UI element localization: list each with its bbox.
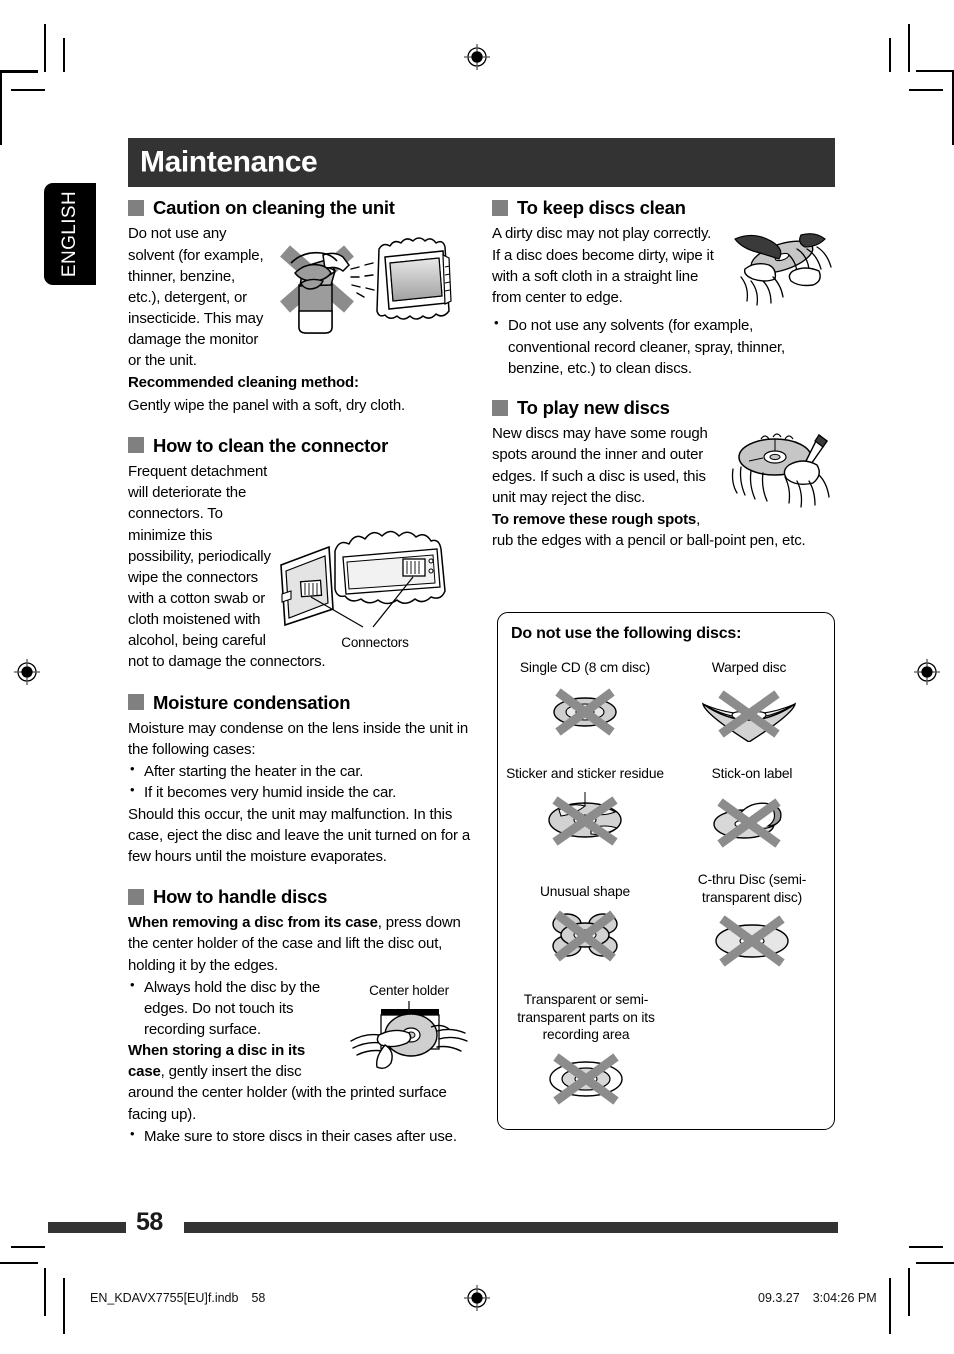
slug-file-name: EN_KDAVX7755[EU]f.indb (90, 1291, 239, 1305)
disc-item-caption: Unusual shape (539, 884, 631, 899)
keep-discs-clean-body: A dirty disc may not play correctly. If … (492, 223, 837, 315)
play-new-discs-body: New discs may have some rough spots arou… (492, 423, 837, 552)
do-not-use-discs-box: Do not use the following discs: Single C… (497, 612, 835, 1130)
disc-item-warped-disc: Warped disc (670, 659, 828, 742)
section-heading-play-new-discs: To play new discs (492, 396, 837, 418)
list-item: Always hold the disc by the edges. Do no… (128, 976, 473, 1040)
disc-item-stick-on-label: Stick-on label (674, 765, 830, 852)
section-bullet-square-icon (128, 437, 144, 454)
page-footer-rule: 58 (48, 1208, 838, 1236)
section-bullet-square-icon (128, 888, 144, 905)
slug-file-page: 58 (251, 1291, 266, 1305)
handle-discs-bullet-list-1: Always hold the disc by the edges. Do no… (128, 976, 473, 1040)
list-item: If it becomes very humid inside the car. (128, 781, 473, 803)
section-bullet-square-icon (128, 694, 144, 711)
section-heading-handle-discs: How to handle discs (128, 885, 473, 907)
disc-item-caption: Single CD (8 cm disc) (519, 660, 651, 675)
section-heading-caution-cleaning: Caution on cleaning the unit (128, 198, 473, 217)
detachable-faceplate-rear-connectors-illustration: Connectors (277, 499, 473, 650)
slug-file-info: EN_KDAVX7755[EU]f.indb 58 (90, 1291, 265, 1305)
removing-disc-paragraph: When removing a disc from its case, pres… (128, 912, 473, 975)
warped-disc-crossed-out-icon (670, 680, 828, 742)
keep-discs-clean-bullet-list: Do not use any solvents (for example, co… (492, 314, 837, 378)
manual-page: ENGLISH Maintenance Caution on cleaning … (0, 0, 954, 1354)
disc-with-stickers-crossed-out-icon (500, 786, 670, 852)
disc-item-caption: Sticker and sticker residue (506, 766, 664, 781)
page-title: Maintenance (140, 144, 318, 178)
section-heading-label: Caution on cleaning the unit (153, 197, 395, 218)
connectors-caption: Connectors (341, 635, 409, 651)
language-tab-label: ENGLISH (59, 190, 80, 278)
right-column: To keep discs clean A dirty disc may not… (492, 198, 837, 552)
semi-transparent-disc-crossed-out-icon (674, 909, 830, 971)
disc-item-c-thru-disc: C-thru Disc (semi-transparent disc) (674, 871, 830, 971)
section-heading-keep-discs-clean: To keep discs clean (492, 198, 837, 217)
disc-item-unusual-shape: Unusual shape (502, 883, 668, 966)
section-heading-clean-connector: How to clean the connector (128, 434, 473, 456)
clean-connector-body: Connectors Frequent detachment will dete… (128, 461, 473, 673)
section-bullet-square-icon (492, 399, 508, 416)
do-not-use-discs-title: Do not use the following discs: (511, 625, 742, 642)
disc-with-stick-on-label-crossed-out-icon (674, 786, 830, 852)
left-column: Caution on cleaning the unit Do not use … (128, 198, 473, 1147)
handle-discs-body: Center holder • Always hold the disc by … (128, 976, 473, 1126)
remove-rough-spots-bold-lead: To remove these rough spots (492, 510, 697, 528)
section-heading-label: To keep discs clean (517, 197, 686, 218)
disc-item-single-cd: Single CD (8 cm disc) (506, 659, 664, 742)
removing-disc-bold-lead: When removing a disc from its case (128, 914, 378, 932)
moisture-outro-paragraph: Should this occur, the unit may malfunct… (128, 805, 470, 865)
hand-wiping-disc-with-cloth-illustration (727, 225, 837, 313)
page-number: 58 (136, 1208, 163, 1236)
section-heading-label: Moisture condensation (153, 691, 351, 713)
disc-item-caption: Warped disc (711, 660, 787, 675)
caution-cleaning-body: Do not use any solvent (for example, thi… (128, 223, 473, 416)
recommended-method-label: Recommended cleaning method: (128, 374, 359, 392)
disc-item-sticker-residue: Sticker and sticker residue (500, 765, 670, 852)
section-bullet-square-icon (492, 199, 508, 216)
disc-item-caption: Stick-on label (711, 766, 793, 781)
handle-discs-bullet-list-2: Make sure to store discs in their cases … (128, 1125, 473, 1147)
section-heading-label: How to handle discs (153, 885, 328, 907)
disc-item-caption: Transparent or semi-transparent parts on… (517, 992, 655, 1043)
slug-timestamp: 09.3.27 3:04:26 PM (758, 1291, 877, 1305)
chapter-title-bar: Maintenance (128, 138, 835, 187)
slug-time: 3:04:26 PM (812, 1291, 877, 1305)
section-bullet-square-icon (128, 199, 144, 216)
list-item: After starting the heater in the car. (128, 760, 473, 782)
slug-date: 09.3.27 (758, 1291, 800, 1305)
list-item: Do not use any solvents (for example, co… (492, 314, 837, 378)
list-item: Make sure to store discs in their cases … (128, 1125, 473, 1147)
small-disc-crossed-out-icon (506, 680, 664, 742)
recommended-method-text: Gently wipe the panel with a soft, dry c… (128, 396, 406, 414)
section-heading-label: To play new discs (517, 396, 670, 418)
language-tab: ENGLISH (44, 183, 96, 285)
folio-rule-right (184, 1222, 838, 1233)
disc-item-caption: C-thru Disc (semi-transparent disc) (697, 872, 807, 905)
transparent-recording-area-disc-crossed-out-icon (500, 1047, 672, 1109)
section-heading-moisture-condensation: Moisture condensation (128, 691, 473, 713)
disc-item-transparent-recording-area: Transparent or semi-transparent parts on… (500, 991, 672, 1109)
flower-shaped-disc-crossed-out-icon (502, 904, 668, 966)
section-heading-label: How to clean the connector (153, 434, 389, 456)
moisture-bullet-list: After starting the heater in the car. If… (128, 760, 473, 803)
moisture-intro-paragraph: Moisture may condense on the lens inside… (128, 719, 469, 759)
spray-bottle-crossed-out-on-monitor-illustration (273, 225, 473, 337)
hand-rubbing-disc-edge-with-pen-illustration (727, 425, 837, 515)
folio-rule-left (48, 1222, 126, 1233)
